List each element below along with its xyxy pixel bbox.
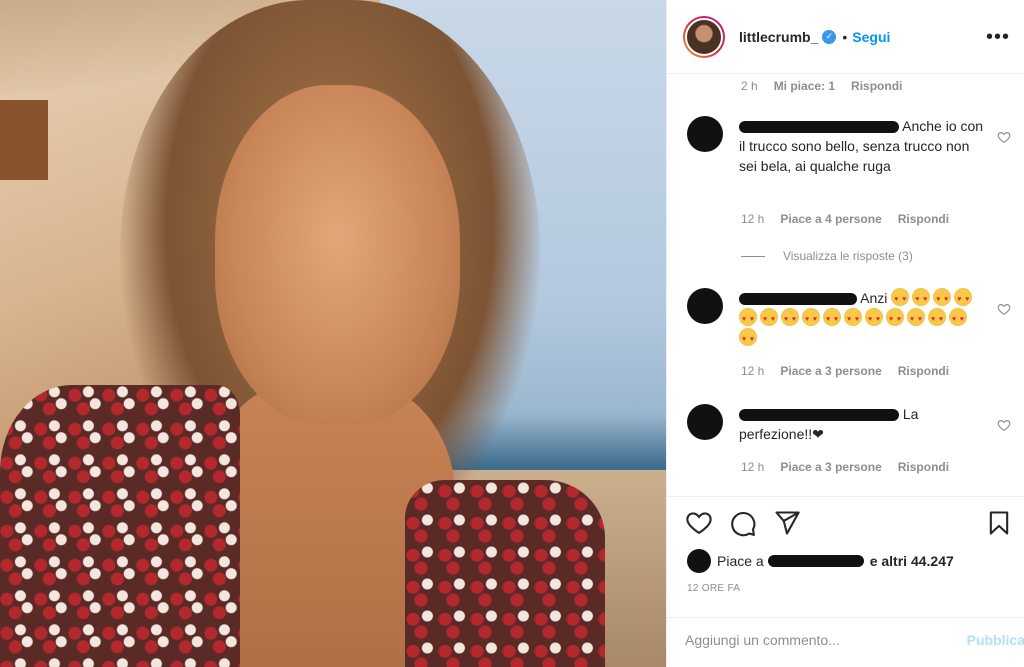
photo-shutter [0, 100, 48, 180]
heart-eyes-emoji-icon [928, 308, 946, 330]
comment-likes[interactable]: Mi piace: 1 [774, 79, 835, 93]
like-heart-icon[interactable] [685, 509, 713, 537]
heart-eyes-emoji-icon [907, 308, 925, 330]
redacted-username [739, 293, 857, 306]
action-icons-row [685, 509, 1013, 539]
comment-meta: 12 h Piace a 3 persone Rispondi [741, 364, 949, 378]
add-comment-input[interactable]: Aggiungi un commento... [685, 632, 840, 648]
like-comment-heart-icon[interactable] [997, 130, 1011, 144]
comment-meta: 12 h Piace a 4 persone Rispondi [741, 212, 949, 226]
heart-eyes-emoji-icon [949, 308, 967, 330]
add-comment-bar: Aggiungi un commento... Pubblica [667, 617, 1024, 667]
view-replies-button[interactable]: Visualizza le risposte (3) [741, 249, 913, 263]
comment-body: Anzi [739, 288, 989, 350]
likes-prefix: Piace a [717, 553, 764, 569]
heart-eyes-emoji-icon [865, 308, 883, 330]
view-replies-label: Visualizza le risposte (3) [783, 249, 913, 263]
publish-button[interactable]: Pubblica [967, 632, 1024, 648]
comment-time: 12 h [741, 364, 765, 378]
heart-eyes-emoji-icon [760, 308, 778, 330]
heart-eyes-emoji-icon [802, 308, 820, 330]
comment-likes[interactable]: Piace a 3 persone [780, 364, 881, 378]
author-username[interactable]: littlecrumb_ [739, 29, 818, 45]
post-timestamp: 12 ORE FA [687, 583, 741, 594]
heart-eyes-emoji-icon [891, 288, 910, 310]
comment-item: Anzi 12 h Piace a 3 persone Rispondi [687, 288, 1017, 388]
heart-eyes-emoji-icon [739, 328, 757, 350]
author-avatar[interactable] [683, 15, 725, 58]
commenter-avatar[interactable] [687, 404, 723, 440]
prev-comment-meta: 2 h Mi piace: 1 Rispondi [741, 79, 902, 93]
commenter-avatar[interactable] [687, 288, 723, 324]
follow-button[interactable]: Segui [852, 29, 890, 45]
heart-eyes-emoji-icon [912, 288, 931, 310]
like-comment-heart-icon[interactable] [997, 418, 1011, 432]
heart-eyes-emoji-icon [886, 308, 904, 330]
comment-likes[interactable]: Piace a 3 persone [780, 460, 881, 474]
header-separator: • [842, 28, 848, 45]
commenter-avatar[interactable] [687, 116, 723, 152]
likes-count: e altri 44.247 [869, 553, 954, 569]
comment-item: Anche io con il trucco sono bello, senza… [687, 116, 1017, 286]
photo-dress-left [0, 385, 240, 667]
verified-badge-icon: ✓ [822, 29, 837, 44]
heart-eyes-emoji-icon [954, 288, 973, 310]
share-icon[interactable] [773, 509, 801, 537]
post-actions: Piace a e altri 44.247 12 ORE FA Aggiung… [667, 496, 1024, 667]
comment-time: 2 h [741, 79, 758, 93]
reply-button[interactable]: Rispondi [898, 460, 949, 474]
comments-list[interactable]: 2 h Mi piace: 1 Rispondi Anche io con il… [667, 74, 1024, 496]
replies-line [741, 255, 765, 257]
comment-time: 12 h [741, 460, 765, 474]
redacted-username [739, 409, 899, 422]
heart-eyes-emoji-icon [933, 288, 952, 310]
more-options-icon[interactable]: ••• [986, 27, 1010, 47]
reply-button[interactable]: Rispondi [898, 212, 949, 226]
save-bookmark-icon[interactable] [985, 509, 1013, 537]
comment-likes[interactable]: Piace a 4 persone [780, 212, 881, 226]
redacted-username [767, 555, 864, 567]
comment-text-part-b: perfezione!!❤ [739, 426, 824, 442]
comment-text-part-a: La [902, 406, 919, 422]
reply-button[interactable]: Rispondi [898, 364, 949, 378]
like-comment-heart-icon[interactable] [997, 302, 1011, 316]
comment-text: Anzi [860, 290, 888, 306]
comment-body: Anche io con il trucco sono bello, senza… [739, 116, 989, 176]
heart-eyes-emoji-icon [844, 308, 862, 330]
photo-face [215, 85, 460, 425]
redacted-username [739, 121, 899, 134]
reply-button[interactable]: Rispondi [851, 79, 902, 93]
comment-time: 12 h [741, 212, 765, 226]
photo-dress-right [405, 480, 605, 667]
liker-avatar [687, 549, 711, 573]
heart-eyes-emoji-icon [823, 308, 841, 330]
comment-item: La perfezione!!❤ 12 h Piace a 3 persone … [687, 404, 1017, 484]
likes-summary[interactable]: Piace a e altri 44.247 [687, 549, 954, 573]
post-header: littlecrumb_ ✓ • Segui ••• [667, 0, 1024, 74]
heart-eyes-emoji-icon [739, 308, 757, 330]
comment-icon[interactable] [729, 509, 757, 537]
comment-meta: 12 h Piace a 3 persone Rispondi [741, 460, 949, 474]
post-sidebar: littlecrumb_ ✓ • Segui ••• 2 h Mi piace:… [666, 0, 1024, 667]
heart-eyes-emoji-icon [781, 308, 799, 330]
post-photo[interactable] [0, 0, 666, 667]
comment-body: La perfezione!!❤ [739, 404, 989, 444]
